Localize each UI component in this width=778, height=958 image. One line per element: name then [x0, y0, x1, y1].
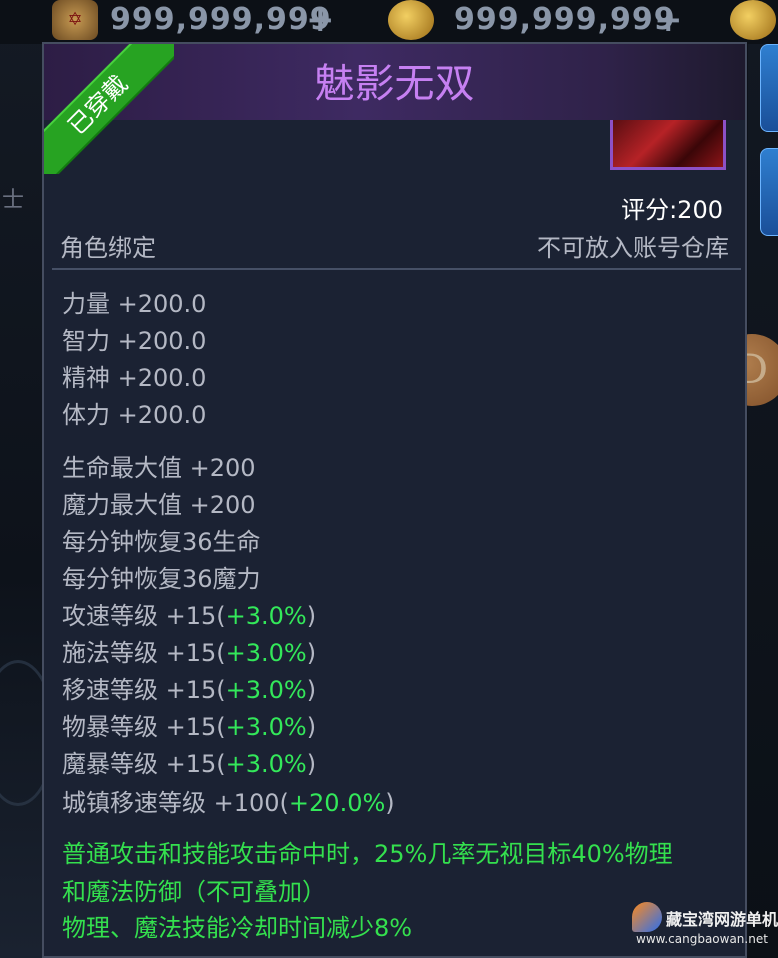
base-stat: 体力 +200.0 [62, 401, 207, 429]
watermark-logo-icon [632, 902, 662, 932]
currency-bar: ✡ 999,999,999 + 999,999,999 + [0, 0, 778, 44]
divider [52, 268, 741, 270]
storage-note: 不可放入账号仓库 [537, 234, 729, 262]
currency-gold-value: 999,999,999 [454, 2, 676, 37]
item-portrait-icon [610, 120, 726, 170]
bind-info-row: 角色绑定 不可放入账号仓库 [60, 228, 729, 262]
watermark-name: 藏宝湾网游单机 [666, 910, 778, 929]
special-effect: 普通攻击和技能攻击命中时，25%几率无视目标40%物理 [62, 840, 673, 868]
extra-stat: 每分钟恢复36魔力 [62, 565, 261, 593]
bind-label: 角色绑定 [60, 234, 156, 262]
extra-stat: 魔暴等级 +15(+3.0%) [62, 750, 317, 778]
side-tab-2[interactable] [760, 148, 778, 236]
special-effect: 物理、魔法技能冷却时间减少8% [62, 914, 413, 942]
stat-bonus: +20.0% [288, 789, 386, 817]
stat-bonus: +3.0% [225, 750, 307, 778]
stat-bonus: +3.0% [225, 639, 307, 667]
currency-scroll-value: 999,999,999 [110, 2, 332, 37]
extra-stat: 每分钟恢复36生命 [62, 528, 261, 556]
stat-bonus: +3.0% [225, 676, 307, 704]
gold-coin-icon [388, 0, 434, 40]
extra-stat: 物暴等级 +15(+3.0%) [62, 713, 317, 741]
extra-stat: 施法等级 +15(+3.0%) [62, 639, 317, 667]
equipped-ribbon: 已穿戴 [44, 44, 174, 174]
watermark: 藏宝湾网游单机 www.cangbaowan.net [632, 900, 778, 958]
base-stat: 智力 +200.0 [62, 327, 207, 355]
extra-stat: 攻速等级 +15(+3.0%) [62, 602, 317, 630]
stat-bonus: +3.0% [225, 713, 307, 741]
background-right [748, 0, 778, 958]
background-left [0, 0, 56, 958]
extra-stat: 城镇移速等级 +100(+20.0%) [62, 789, 395, 817]
gold-coin-icon-partial [730, 0, 776, 40]
item-score: 评分:200 [621, 196, 723, 224]
equipped-badge: 已穿戴 [44, 44, 174, 174]
extra-stat: 魔力最大值 +200 [62, 491, 256, 519]
stat-bonus: +3.0% [225, 602, 307, 630]
add-scroll-currency-button[interactable]: + [306, 2, 335, 38]
base-stat: 力量 +200.0 [62, 290, 207, 318]
background-glyph: 士 [2, 188, 25, 213]
extra-stat: 生命最大值 +200 [62, 454, 256, 482]
scroll-currency-icon: ✡ [52, 0, 98, 40]
item-tooltip: 魅影无双 已穿戴 评分:200 角色绑定 不可放入账号仓库 力量 +200.0 … [42, 42, 747, 958]
special-effect: 和魔法防御（不可叠加） [62, 878, 326, 906]
extra-stat: 移速等级 +15(+3.0%) [62, 676, 317, 704]
base-stat: 精神 +200.0 [62, 364, 207, 392]
side-tab-1[interactable] [760, 44, 778, 132]
add-gold-button[interactable]: + [654, 2, 683, 38]
watermark-url: www.cangbaowan.net [636, 932, 768, 946]
